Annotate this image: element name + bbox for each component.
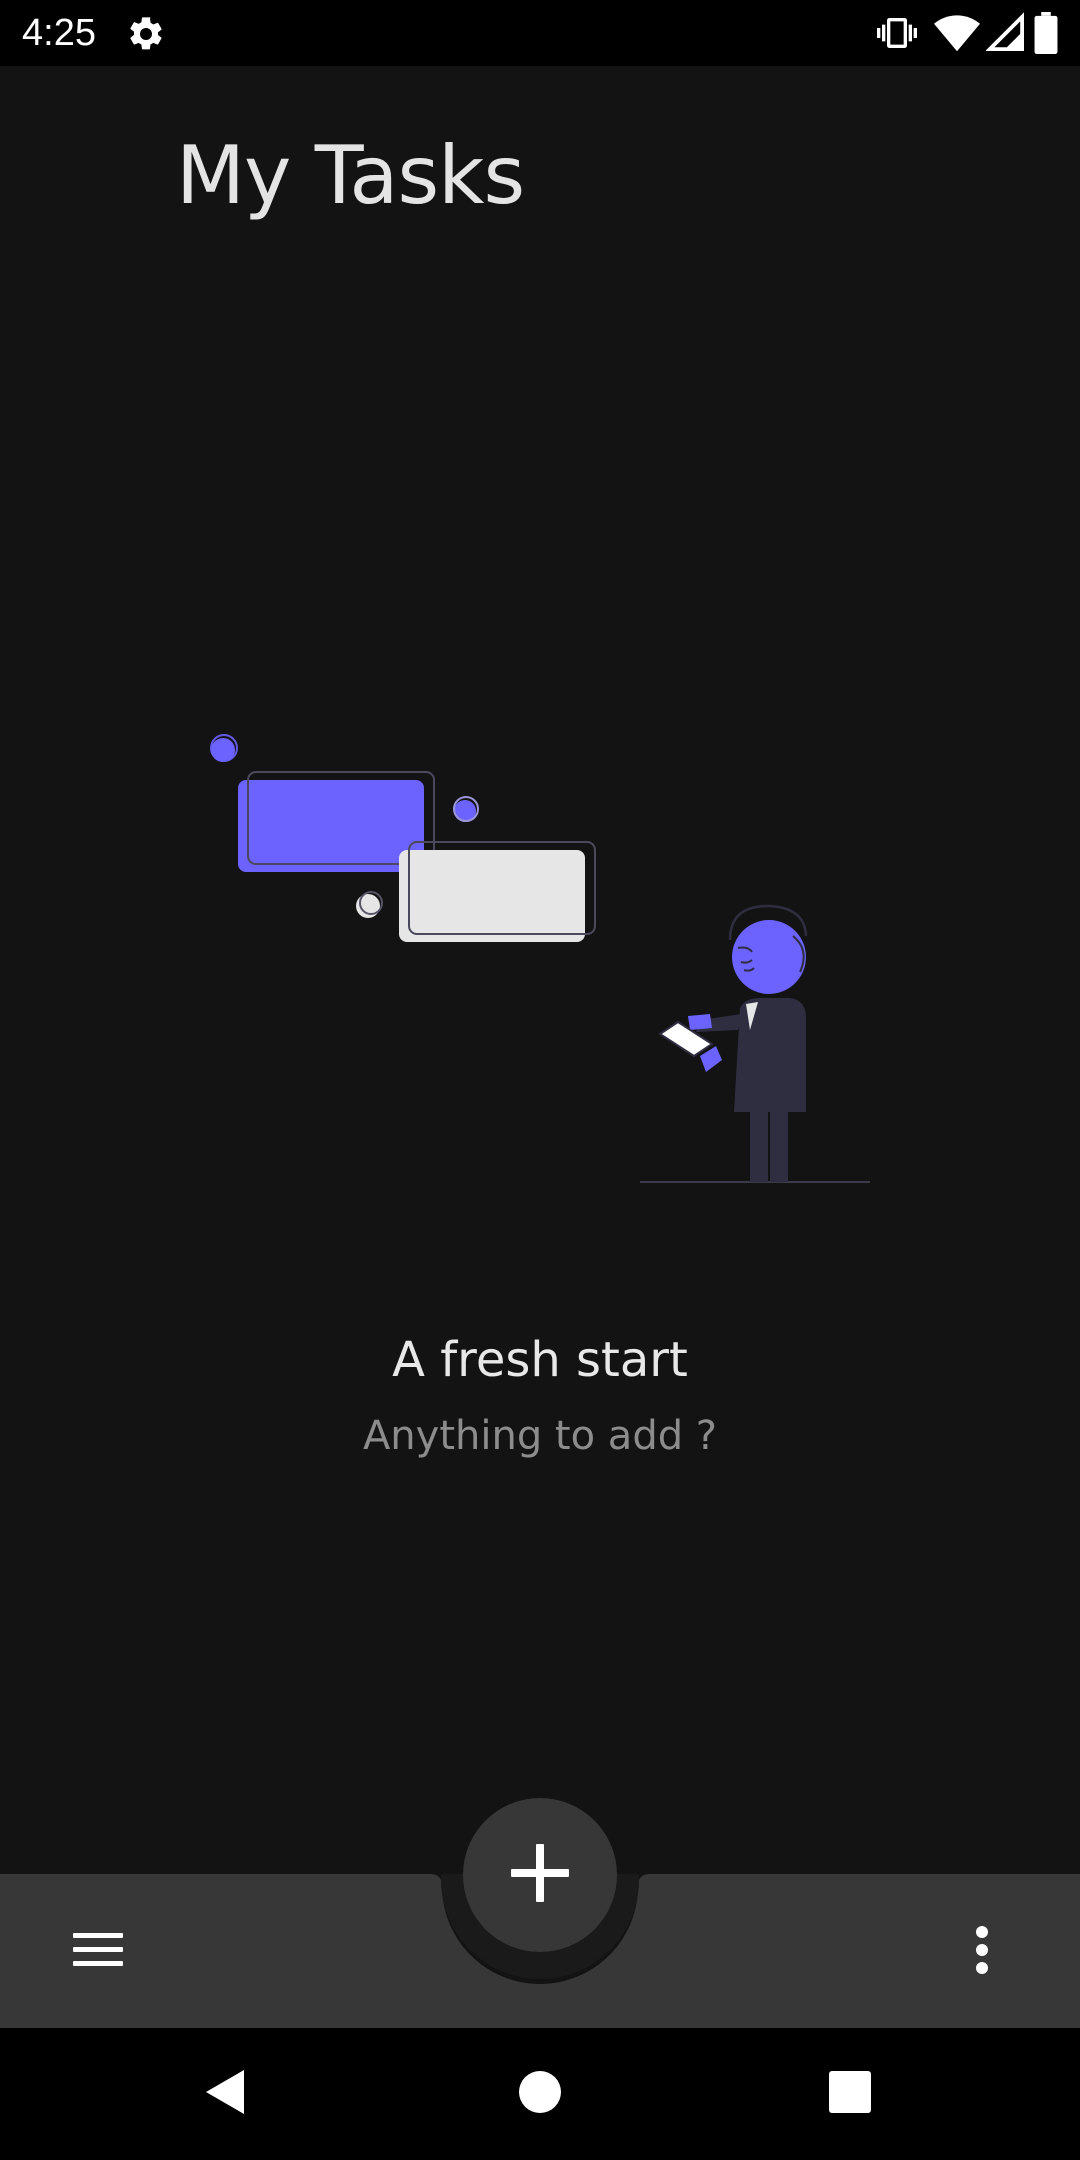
recents-icon <box>828 2070 872 2118</box>
more-vert-icon <box>974 1926 990 1978</box>
add-task-fab[interactable] <box>463 1798 617 1952</box>
system-nav-bar <box>0 2028 1080 2160</box>
app-screen: 4:25 My Tasks A fresh start Anything to … <box>0 0 1080 2160</box>
menu-button[interactable] <box>60 1914 136 1990</box>
recents-button[interactable] <box>810 2054 890 2134</box>
more-options-button[interactable] <box>944 1914 1020 1990</box>
back-button[interactable] <box>186 2054 266 2134</box>
back-icon <box>204 2068 248 2120</box>
home-button[interactable] <box>500 2054 580 2134</box>
add-icon <box>509 1842 571 1908</box>
menu-icon <box>71 1930 125 1974</box>
home-icon <box>518 2070 562 2118</box>
